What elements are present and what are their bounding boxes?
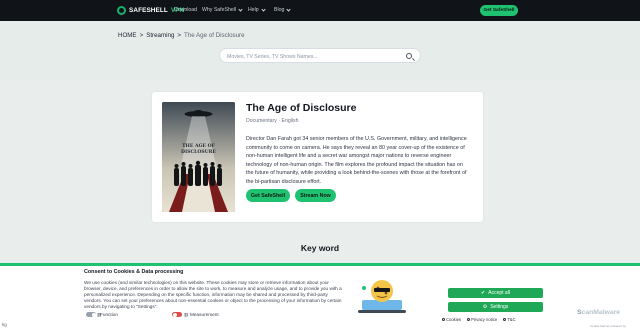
breadcrumb-separator: > <box>139 32 144 39</box>
poster-title-text: THE AGE OF DISCLOSURE <box>181 144 216 155</box>
watermark-rest: canMalware <box>581 309 621 316</box>
movie-meta: Documentary · English <box>246 118 299 124</box>
measurement-toggle-icon: ▥ <box>184 311 189 317</box>
cookies-link[interactable]: Cookies <box>442 317 461 322</box>
cookie-banner: Consent to Cookies & Data processing We … <box>0 266 640 331</box>
measurement-toggle[interactable] <box>172 312 182 317</box>
get-safeshell-button[interactable]: Get SafeShell <box>246 189 290 202</box>
privacy-icon <box>467 318 471 321</box>
breadcrumb-home[interactable]: HOME <box>118 32 137 39</box>
function-toggle[interactable] <box>86 312 96 317</box>
chevron-down-icon <box>261 7 266 12</box>
get-safeshell-nav-button[interactable]: Get SafeShell <box>480 5 518 16</box>
cookie-mascot-illustration <box>358 280 406 313</box>
movie-genre: Documentary <box>246 118 277 124</box>
movie-language: English <box>281 118 299 124</box>
shield-logo-icon <box>117 6 126 15</box>
toggle-knob <box>91 312 96 317</box>
toggle-knob <box>172 312 177 317</box>
cookie-text: We use cookies (and similar technologies… <box>84 280 342 309</box>
breadcrumb-streaming[interactable]: Streaming <box>146 32 174 39</box>
nav-link-help[interactable]: Help <box>248 7 266 13</box>
tc-link[interactable]: T&C <box>503 317 516 322</box>
search-input[interactable]: Movies, TV Series, TV Shows Names... <box>219 48 421 63</box>
privacy-link-label: Privacy notice <box>471 317 498 322</box>
banner-powered-by: Cookie banner powered by <box>590 324 626 328</box>
brand-name: SAFESHELL <box>129 7 168 14</box>
nav-link-blog[interactable]: Blog <box>274 7 292 13</box>
movie-description: Director Dan Farah got 34 senior members… <box>246 136 467 185</box>
document-icon <box>503 318 507 321</box>
top-nav: SAFESHELL VPN Download Why SafeShell Hel… <box>0 0 640 21</box>
nav-link-why[interactable]: Why SafeShell <box>202 7 243 13</box>
meta-separator: · <box>278 118 281 124</box>
function-toggle-label: Function <box>100 311 118 317</box>
search-icon[interactable] <box>406 52 412 59</box>
breadcrumb-current: The Age of Disclosure <box>184 32 245 39</box>
cookie-links: Cookies Privacy notice T&C <box>442 317 516 322</box>
chevron-down-icon <box>286 7 292 12</box>
check-icon: ✔ <box>481 290 486 296</box>
privacy-link[interactable]: Privacy notice <box>467 317 497 322</box>
tc-link-label: T&C <box>507 317 516 322</box>
movie-poster: THE AGE OF DISCLOSURE <box>162 102 235 212</box>
nav-link-label: Download <box>174 7 198 13</box>
gear-icon: ⚙ <box>482 304 488 310</box>
breadcrumb: HOME > Streaming > The Age of Disclosure <box>118 32 245 39</box>
chevron-down-icon <box>238 7 243 12</box>
nav-link-label: Help <box>248 7 259 13</box>
nav-link-download[interactable]: Download <box>174 7 197 13</box>
nav-link-label: Why SafeShell <box>202 7 237 13</box>
settings-button[interactable]: ⚙ Settings <box>448 302 543 312</box>
measurement-toggle-label: Measurement <box>190 311 219 317</box>
bottom-left-text: kg <box>2 322 7 327</box>
settings-label: Settings <box>490 304 509 310</box>
cookie-title: Consent to Cookies & Data processing <box>84 269 184 275</box>
accept-all-label: Accept all <box>488 290 510 296</box>
movie-title: The Age of Disclosure <box>246 102 357 114</box>
cookies-link-label: Cookies <box>446 317 462 322</box>
movie-card: THE AGE OF DISCLOSURE The Age of Disclos… <box>152 92 483 222</box>
stream-now-button[interactable]: Stream Now <box>295 189 336 202</box>
keyword-section-title: Key word <box>300 243 340 253</box>
nav-link-label: Blog <box>274 7 285 13</box>
breadcrumb-separator: > <box>177 32 182 39</box>
search-placeholder: Movies, TV Series, TV Shows Names... <box>227 53 318 60</box>
cookie-icon <box>442 318 445 321</box>
scanmalware-watermark: ScanMalware <box>577 309 620 316</box>
accept-all-button[interactable]: ✔ Accept all <box>448 288 543 298</box>
